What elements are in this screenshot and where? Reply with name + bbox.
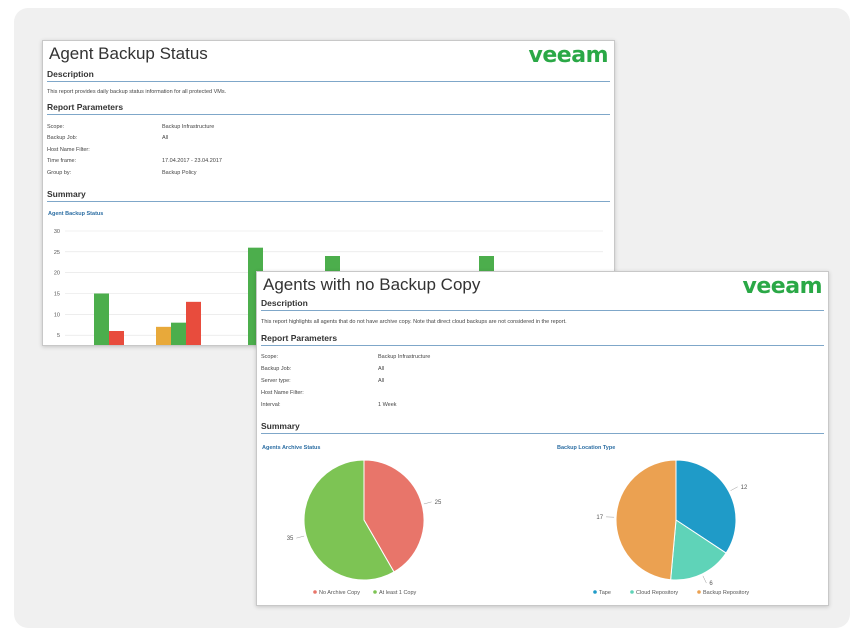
description-text: This report provides daily backup status…	[47, 89, 227, 95]
backup-location-type-pie-chart: 12 6 17 Tape Cloud Repository Backup Reposito…	[593, 459, 749, 596]
y-tick-label: 25	[54, 250, 60, 256]
report-parameters-heading: Report Parameters	[47, 102, 610, 115]
agents-archive-status-pie-chart: 25 35 No Archive Copy At least 1 Copy	[287, 459, 442, 596]
legend-label: Cloud Repository	[636, 590, 678, 596]
leader-line	[702, 575, 707, 584]
pie-value-label: 12	[741, 485, 748, 491]
y-tick-label: 30	[54, 229, 60, 235]
chart-title: Agent Backup Status	[48, 211, 104, 217]
summary-heading: Summary	[47, 189, 610, 202]
legend-marker	[313, 590, 317, 594]
legend-marker	[373, 590, 377, 594]
param-value: 1 Week	[378, 402, 397, 408]
param-label: Host Name Filter:	[47, 147, 90, 153]
param-value: Backup Policy	[162, 170, 197, 176]
bar	[94, 293, 109, 345]
pie-value-label: 6	[709, 581, 713, 587]
param-value: Backup Infrastructure	[162, 124, 215, 130]
param-value: All	[162, 135, 169, 141]
bar	[171, 322, 186, 345]
param-label: Backup Job:	[47, 135, 78, 141]
report-title: Agent Backup Status	[49, 44, 208, 63]
chart-title: Backup Location Type	[557, 445, 616, 451]
param-value: Backup Infrastructure	[378, 354, 431, 360]
param-label: Time frame:	[47, 158, 77, 164]
bar	[109, 331, 124, 345]
leader-line	[296, 535, 305, 539]
param-label: Server type:	[261, 378, 291, 384]
summary-heading: Summary	[261, 421, 824, 434]
y-tick-label: 5	[57, 333, 60, 339]
legend-label: No Archive Copy	[319, 590, 360, 596]
report-parameters-heading: Report Parameters	[261, 333, 824, 346]
param-value: All	[378, 378, 385, 384]
description-text: This report highlights all agents that d…	[261, 319, 567, 325]
legend-label: At least 1 Copy	[379, 590, 417, 596]
param-label: Interval:	[261, 402, 281, 408]
leader-line	[730, 486, 738, 491]
report-title: Agents with no Backup Copy	[263, 275, 481, 294]
bar	[156, 326, 171, 345]
param-label: Scope:	[261, 354, 279, 360]
legend-marker	[697, 590, 701, 594]
pie-slice	[615, 459, 677, 581]
y-tick-label: 20	[54, 271, 60, 277]
pie-value-label: 25	[435, 500, 442, 506]
param-label: Scope:	[47, 124, 65, 130]
chart-title: Agents Archive Status	[262, 445, 321, 451]
param-value: 17.04.2017 - 23.04.2017	[162, 158, 222, 164]
pie-value-label: 17	[596, 515, 603, 521]
param-value: All	[378, 366, 385, 372]
description-heading: Description	[261, 298, 824, 311]
bar	[186, 301, 201, 345]
param-label: Backup Job:	[261, 366, 292, 372]
legend-marker	[630, 590, 634, 594]
legend-marker	[593, 590, 597, 594]
veeam-logo: VEEAM	[742, 274, 823, 299]
param-label: Host Name Filter:	[261, 390, 304, 396]
y-tick-label: 10	[54, 312, 60, 318]
legend-label: Tape	[599, 590, 611, 596]
report-agents-no-backup-copy: Agents with no Backup Copy VEEAM Descrip…	[256, 271, 829, 606]
pie-value-label: 35	[287, 536, 294, 542]
param-label: Group by:	[47, 170, 72, 176]
y-tick-label: 15	[54, 292, 60, 298]
legend-label: Backup Repository	[703, 590, 749, 596]
veeam-logo: VEEAM	[528, 43, 609, 68]
leader-line	[423, 501, 432, 505]
description-heading: Description	[47, 69, 610, 82]
